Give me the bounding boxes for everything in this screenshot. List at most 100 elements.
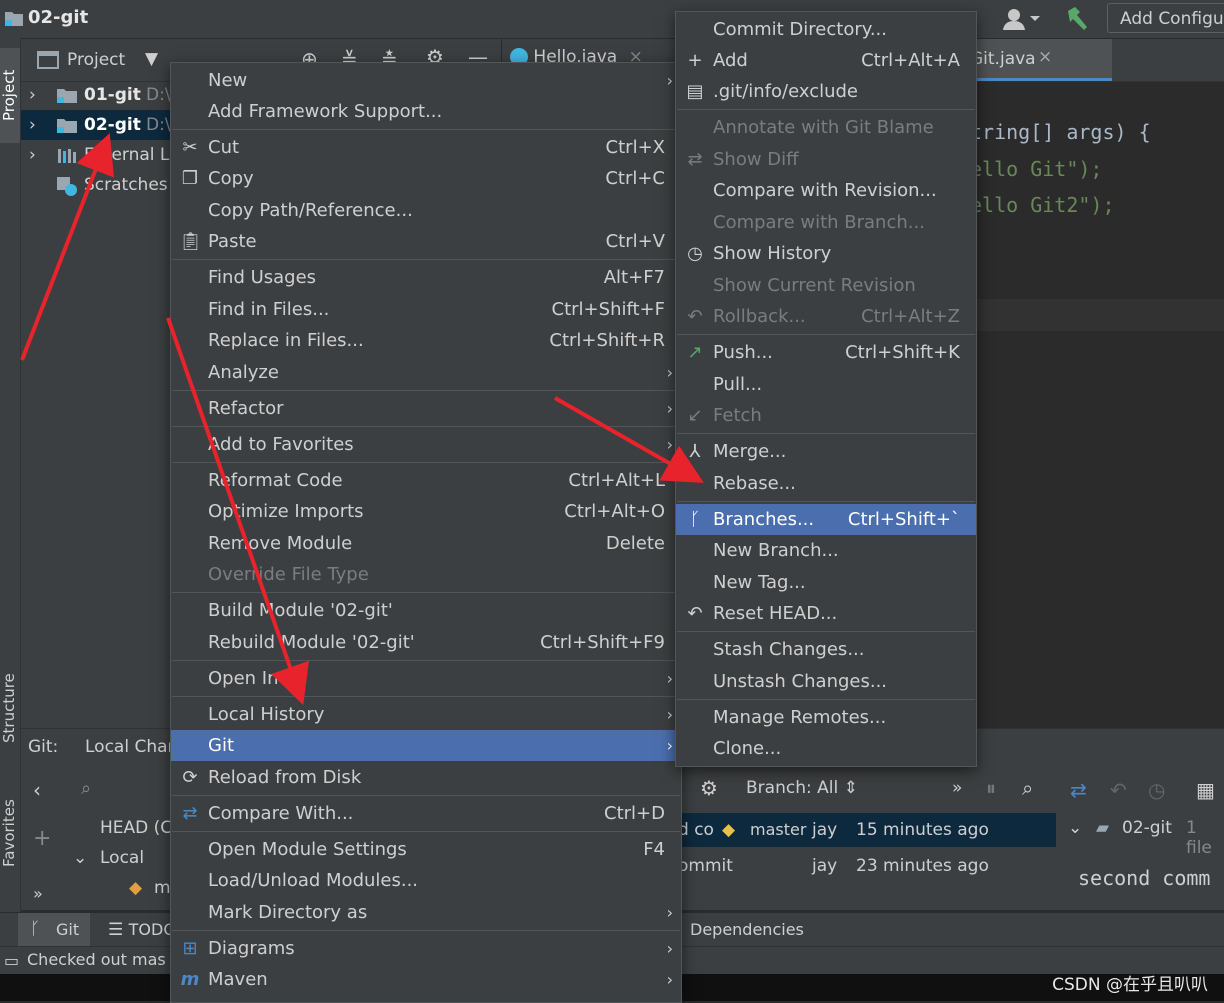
menu-item-remove-module[interactable]: Remove Module Delete xyxy=(171,528,681,559)
log-row[interactable]: d co ◆ master jay 15 minutes ago xyxy=(676,813,1056,847)
tab-local-changes[interactable]: Local Char xyxy=(85,737,175,757)
menu-item-local-history[interactable]: Local History › xyxy=(171,699,681,730)
menu-item-refactor[interactable]: Refactor › xyxy=(171,393,681,424)
menu-item-reload-from-disk[interactable]: ⟳ Reload from Disk xyxy=(171,762,681,793)
undo-icon[interactable]: ↶ xyxy=(1110,778,1127,802)
menu-item-new-branch[interactable]: New Branch... xyxy=(676,535,976,566)
gear-icon[interactable]: ⚙ xyxy=(700,776,718,800)
menu-item-find-in-files[interactable]: Find in Files... Ctrl+Shift+F xyxy=(171,294,681,325)
menu-item-reset-head[interactable]: ↶ Reset HEAD... xyxy=(676,598,976,629)
folder-icon: ▰ xyxy=(1096,818,1110,838)
chevron-right-icon: › xyxy=(666,970,673,989)
menu-item-clone[interactable]: Clone... xyxy=(676,733,976,764)
diff-icon[interactable]: ⇄ xyxy=(1070,778,1087,802)
chevron-right-icon: › xyxy=(666,71,673,90)
branch-master[interactable]: m xyxy=(154,878,171,898)
chevron-down-icon[interactable]: ▼ xyxy=(145,49,158,69)
more-icon[interactable]: » xyxy=(33,884,43,903)
tag-icon: ◆ xyxy=(722,820,736,840)
menu-item-build-module[interactable]: Build Module '02-git' xyxy=(171,595,681,626)
menu-item-add-to-favorites[interactable]: Add to Favorites › xyxy=(171,429,681,460)
tab-dependencies[interactable]: Dependencies xyxy=(690,920,804,939)
menu-item-git-exclude[interactable]: ▤ .git/info/exclude xyxy=(676,76,976,107)
more-icon[interactable]: » xyxy=(952,778,962,798)
chevron-down-icon[interactable]: ⌄ xyxy=(73,848,87,868)
menu-item-paste[interactable]: 📋︎ Paste Ctrl+V xyxy=(171,226,681,257)
project-view-icon xyxy=(37,51,59,69)
menu-item-branches[interactable]: ᚴ Branches... Ctrl+Shift+` xyxy=(676,504,976,535)
undo-icon: ↶ xyxy=(687,603,703,624)
chevron-right-icon: › xyxy=(666,705,673,724)
chevron-right-icon[interactable]: › xyxy=(29,110,36,140)
menu-item-rebuild-module[interactable]: Rebuild Module '02-git' Ctrl+Shift+F9 xyxy=(171,627,681,658)
chevron-right-icon[interactable]: › xyxy=(29,140,36,170)
menu-item-new-tag[interactable]: New Tag... xyxy=(676,567,976,598)
code-line: ello Git2"); xyxy=(970,193,1115,217)
diagram-icon: ⊞ xyxy=(182,938,198,959)
menu-item-rebase[interactable]: Rebase... xyxy=(676,468,976,499)
tag-icon: ◆ xyxy=(129,878,143,898)
project-panel-title: Project xyxy=(67,50,126,70)
menu-item-annotate: Annotate with Git Blame xyxy=(713,117,934,138)
code-line: tring[] args) { xyxy=(970,120,1151,144)
menu-item-mark-directory[interactable]: Mark Directory as › xyxy=(171,897,681,928)
menu-item-find-usages[interactable]: Find Usages Alt+F7 xyxy=(171,262,681,293)
copy-icon: ❐ xyxy=(181,168,199,189)
branch-group-local[interactable]: Local xyxy=(100,848,144,868)
diff-icon: ⇄ xyxy=(182,803,198,824)
menu-item-copy[interactable]: ❐ Copy Ctrl+C xyxy=(171,163,681,194)
menu-item-module-settings[interactable]: Open Module Settings F4 xyxy=(171,834,681,865)
menu-item-compare-with[interactable]: ⇄ Compare With... Ctrl+D xyxy=(171,798,681,829)
add-icon[interactable]: + xyxy=(33,826,51,851)
user-icon[interactable] xyxy=(1000,6,1044,32)
menu-item-show-history[interactable]: ◷ Show History xyxy=(676,238,976,269)
menu-item-merge[interactable]: ⅄ Merge... xyxy=(676,436,976,467)
branch-filter[interactable]: Branch: All ⇕ xyxy=(746,778,858,798)
menu-item-analyze[interactable]: Analyze › xyxy=(171,357,681,388)
menu-item-commit-directory[interactable]: Commit Directory... xyxy=(676,14,976,45)
menu-item-maven[interactable]: m Maven › xyxy=(171,964,681,995)
project-tool-tab[interactable]: Project xyxy=(0,48,20,143)
menu-item-pull[interactable]: Pull... xyxy=(676,369,976,400)
chevron-right-icon[interactable]: › xyxy=(29,80,36,110)
scissors-icon: ✂ xyxy=(182,137,198,158)
history-icon[interactable]: ◷ xyxy=(1148,778,1165,802)
build-hammer-icon[interactable] xyxy=(1064,5,1090,33)
menu-item-replace-in-files[interactable]: Replace in Files... Ctrl+Shift+R xyxy=(171,325,681,356)
menu-item-new[interactable]: New › xyxy=(171,65,681,96)
tab-git-tool[interactable]: ᚴ Git xyxy=(18,913,90,947)
menu-item-push[interactable]: ↗ Push... Ctrl+Shift+K xyxy=(676,337,976,368)
library-icon xyxy=(58,149,76,163)
search-icon[interactable]: ⌕ xyxy=(81,778,91,799)
menu-item-compare-revision[interactable]: Compare with Revision... xyxy=(676,175,976,206)
search-icon[interactable]: ⌕ xyxy=(1022,776,1033,800)
close-icon[interactable]: × xyxy=(1038,47,1052,67)
menu-item-reformat-code[interactable]: Reformat Code Ctrl+Alt+L xyxy=(171,465,681,496)
favorites-tool-tab[interactable]: Favorites xyxy=(0,793,20,873)
branch-icon: ᚴ xyxy=(30,919,41,939)
tab-todo[interactable]: ☰ TODO xyxy=(108,920,176,940)
menu-item-add[interactable]: + Add Ctrl+Alt+A xyxy=(676,45,976,76)
menu-item-unstash[interactable]: Unstash Changes... xyxy=(676,666,976,697)
menu-item-git[interactable]: Git › xyxy=(171,730,681,761)
pause-icon[interactable]: ⏸ xyxy=(986,776,996,800)
structure-tool-tab[interactable]: Structure xyxy=(0,668,20,748)
menu-item-manage-remotes[interactable]: Manage Remotes... xyxy=(676,702,976,733)
menu-item-cut[interactable]: ✂ Cut Ctrl+X xyxy=(171,132,681,163)
menu-item-diagrams[interactable]: ⊞ Diagrams › xyxy=(171,933,681,964)
menu-item-stash[interactable]: Stash Changes... xyxy=(676,634,976,665)
menu-item-open-in[interactable]: Open In › xyxy=(171,663,681,694)
menu-item-compare-branch: Compare with Branch... xyxy=(713,212,925,233)
menu-item-copy-path[interactable]: Copy Path/Reference... xyxy=(171,195,681,226)
menu-item-optimize-imports[interactable]: Optimize Imports Ctrl+Alt+O xyxy=(171,496,681,527)
grid-icon[interactable]: ▦ xyxy=(1196,778,1215,802)
chevron-down-icon[interactable]: ⌄ xyxy=(1068,818,1082,838)
menu-item-load-unload[interactable]: Load/Unload Modules... xyxy=(171,865,681,896)
chevron-right-icon: › xyxy=(666,435,673,454)
project-folder-icon xyxy=(5,12,23,26)
branch-head[interactable]: HEAD (C xyxy=(100,818,172,838)
log-row[interactable]: ommit jay 23 minutes ago xyxy=(676,849,1056,883)
add-configuration-button[interactable]: Add Configu xyxy=(1107,3,1224,33)
menu-item-add-framework[interactable]: Add Framework Support... xyxy=(171,96,681,127)
chevron-left-icon[interactable]: ‹ xyxy=(33,778,41,802)
